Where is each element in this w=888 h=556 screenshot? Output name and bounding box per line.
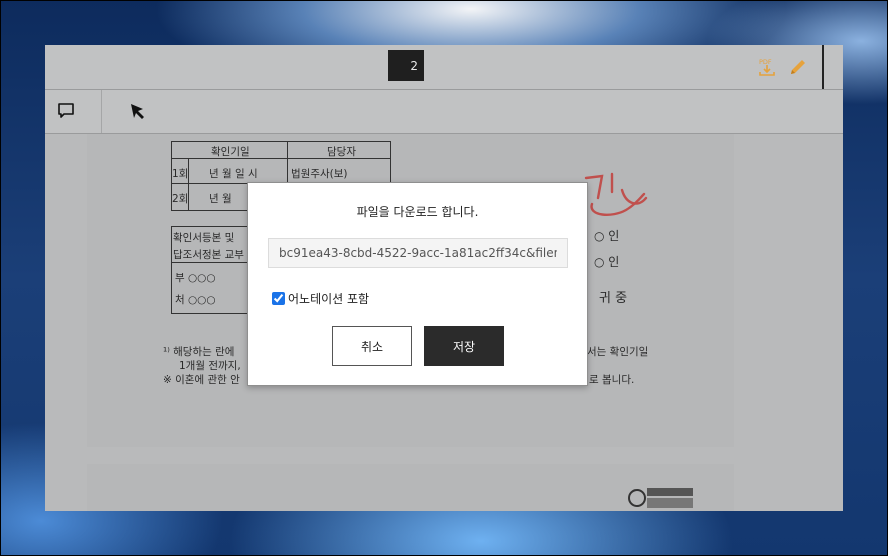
document-page-2 [87, 464, 734, 511]
delivery-row-bu: 부 ○○○ [175, 272, 216, 284]
seal-mark-2: ○ 인 [594, 255, 620, 269]
footnote-1-right: 서는 확인기일 [587, 346, 649, 358]
table-row2-date: 년 월 [209, 193, 232, 205]
delivery-row-cheo: 처 ○○○ [175, 294, 216, 306]
svg-text:PDF: PDF [759, 58, 772, 66]
table-row1-staff: 법원주사(보) [291, 168, 348, 180]
delivery-line2: 답조서정본 교부 [173, 249, 244, 261]
footnote-3-left: ※ 이혼에 관한 안 [163, 374, 240, 386]
seal-mark-1: ○ 인 [594, 229, 620, 243]
table-row1-num: 1회 [172, 168, 189, 180]
pointer-select-icon[interactable] [129, 102, 147, 120]
handwritten-signature [584, 172, 648, 216]
toolbar-separator [101, 90, 102, 133]
footnote-1-left: ¹⁾ 해당하는 란에 [163, 346, 235, 358]
table-header-staff: 담당자 [327, 146, 356, 158]
stamp-logo [628, 488, 693, 508]
top-bar: 2 PDF [45, 45, 843, 90]
footnote-3-right: 로 봅니다. [589, 374, 635, 386]
pdf-download-icon[interactable]: PDF [758, 57, 776, 77]
footnote-2-left: 1개월 전까지, [179, 360, 241, 372]
stamp-text-block [647, 488, 693, 496]
include-annotations-option[interactable]: 어노테이션 포함 [272, 290, 369, 307]
filename-input[interactable] [268, 238, 568, 268]
save-button[interactable]: 저장 [424, 326, 504, 366]
delivery-line1: 확인서등본 및 [173, 232, 235, 244]
page-number-indicator[interactable]: 2 [388, 50, 424, 81]
top-bar-separator [822, 45, 824, 89]
table-row1-date: 년 월 일 시 [209, 168, 258, 180]
comment-icon[interactable] [57, 102, 75, 120]
include-annotations-label: 어노테이션 포함 [288, 292, 370, 306]
table-row2-num: 2회 [172, 193, 189, 205]
pencil-edit-icon[interactable] [788, 57, 808, 77]
dialog-title: 파일을 다운로드 합니다. [356, 205, 479, 219]
table-header-date: 확인기일 [211, 146, 250, 158]
include-annotations-checkbox[interactable] [272, 292, 285, 305]
annotation-toolbar [45, 90, 843, 134]
cancel-button[interactable]: 취소 [332, 326, 412, 366]
download-dialog: 파일을 다운로드 합니다. 어노테이션 포함 취소 저장 [247, 182, 588, 386]
recipient-honorific: 귀 중 [599, 291, 628, 306]
